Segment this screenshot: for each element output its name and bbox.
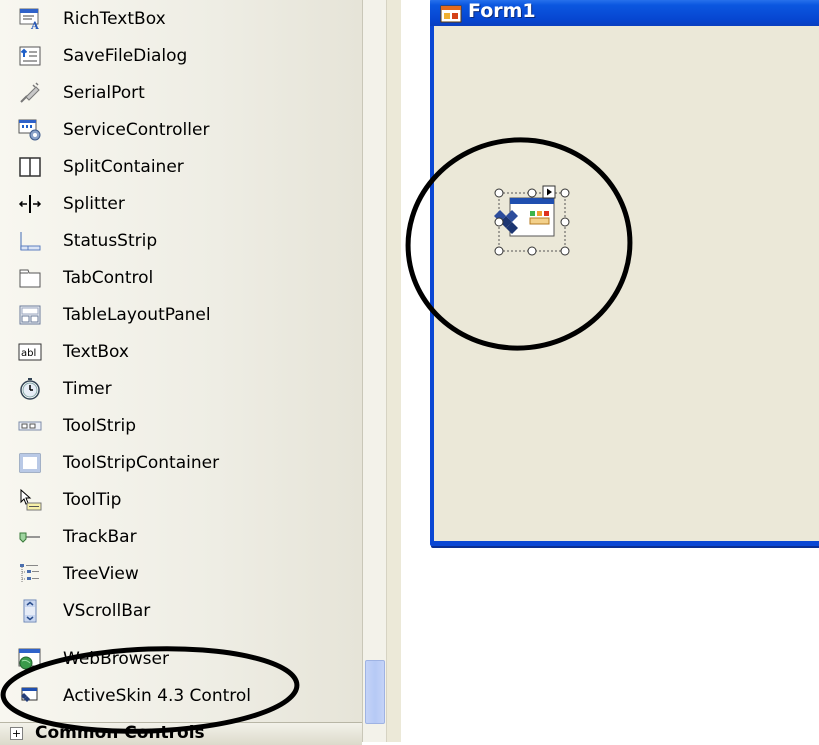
webbrowser-icon	[18, 648, 41, 670]
splitter-icon	[18, 194, 42, 213]
form1-client-area[interactable]	[434, 26, 819, 541]
toolbox-item-treeview[interactable]: TreeView	[0, 555, 362, 592]
toolbox-item-label: TrackBar	[63, 526, 137, 547]
trackbar-icon	[19, 532, 40, 543]
toolbox-item-textbox[interactable]: abl TextBox	[0, 333, 362, 370]
toolbox-item-tabcontrol[interactable]: TabControl	[0, 259, 362, 296]
servicecontroller-icon	[18, 119, 41, 140]
toolbox-item-tablelayoutpanel[interactable]: TableLayoutPanel	[0, 296, 362, 333]
toolstrip-icon	[18, 421, 42, 430]
toolbox-item-label: Splitter	[63, 193, 125, 214]
toolbox-item-label: ToolTip	[63, 489, 122, 510]
toolbox-item-label: ActiveSkin 4.3 Control	[63, 686, 252, 706]
toolbox-item-label: TreeView	[63, 563, 139, 584]
toolbox-item-splitter[interactable]: Splitter	[0, 185, 362, 222]
savefiledialog-icon	[19, 46, 41, 65]
toolbox-item-toolstrip[interactable]: ToolStrip	[0, 407, 362, 444]
expand-plus-icon[interactable]: +	[10, 727, 23, 740]
toolbox-item-statusstrip[interactable]: StatusStrip	[0, 222, 362, 259]
toolbox-item-label: ToolStripContainer	[63, 452, 220, 473]
smart-tag-arrow-icon[interactable]	[542, 185, 556, 199]
toolbox-item-label: StatusStrip	[63, 230, 158, 251]
group-header-label: Common Controls	[35, 723, 205, 743]
toolbox-item-label: SerialPort	[63, 82, 145, 103]
tablelayoutpanel-icon	[19, 305, 41, 324]
toolbox-item-serialport[interactable]: SerialPort	[0, 74, 362, 111]
toolbox-item-webbrowser[interactable]: WebBrowser	[0, 641, 362, 677]
treeview-icon	[20, 563, 39, 582]
form1-title-bar[interactable]: Form1	[430, 0, 819, 26]
toolbox-item-label: Timer	[63, 378, 112, 399]
vscrollbar-icon	[23, 599, 37, 622]
toolstripcontainer-icon	[19, 453, 41, 472]
toolbox-item-trackbar[interactable]: TrackBar	[0, 518, 362, 555]
textbox-icon: abl	[18, 343, 42, 360]
activeskin-control-icon	[21, 687, 38, 702]
toolbox-item-label: ToolStrip	[63, 415, 136, 436]
panel-splitter[interactable]	[386, 0, 402, 742]
toolbox-item-label: TextBox	[63, 341, 129, 362]
richtextbox-icon: A	[19, 8, 39, 30]
toolbox-item-activeskin-control[interactable]: ActiveSkin 4.3 Control	[0, 677, 362, 715]
splitcontainer-icon	[19, 156, 41, 177]
designer-surface: Form1	[401, 0, 819, 742]
toolbox-item-timer[interactable]: Timer	[0, 370, 362, 407]
toolbox-item-servicecontroller[interactable]: ServiceController	[0, 111, 362, 148]
toolbox-scrollbar[interactable]	[362, 0, 387, 742]
toolbox-item-label: WebBrowser	[63, 649, 169, 669]
svg-text:A: A	[30, 21, 39, 30]
toolbox-item-label: TabControl	[63, 267, 154, 288]
activeskin-component-icon[interactable]	[490, 178, 570, 258]
serialport-icon	[20, 81, 40, 103]
toolbox-panel: A RichTextBox SaveFileDialog SerialPort	[0, 0, 362, 745]
form1-title: Form1	[468, 0, 536, 22]
toolbox-item-label: ServiceController	[63, 119, 210, 140]
form-window-icon	[440, 5, 462, 23]
toolbox-item-label: RichTextBox	[63, 8, 166, 29]
toolbox-item-tooltip[interactable]: ToolTip	[0, 481, 362, 518]
scrollbar-thumb[interactable]	[365, 660, 385, 724]
tabcontrol-icon	[19, 269, 41, 287]
toolbox-item-savefiledialog[interactable]: SaveFileDialog	[0, 37, 362, 74]
toolbox-item-toolstripcontainer[interactable]: ToolStripContainer	[0, 444, 362, 481]
toolbox-item-label: SplitContainer	[63, 156, 184, 177]
toolbox-item-vscrollbar[interactable]: VScrollBar	[0, 592, 362, 629]
toolbox-item-label: TableLayoutPanel	[63, 304, 211, 325]
timer-icon	[20, 377, 40, 400]
tooltip-icon	[20, 488, 42, 510]
toolbox-item-label: VScrollBar	[63, 600, 151, 621]
form1-window[interactable]: Form1	[430, 0, 819, 546]
toolbox-item-richtextbox[interactable]: A RichTextBox	[0, 0, 362, 37]
toolbox-item-splitcontainer[interactable]: SplitContainer	[0, 148, 362, 185]
statusstrip-icon	[20, 231, 41, 250]
toolbox-item-label: SaveFileDialog	[63, 45, 188, 66]
svg-text:abl: abl	[21, 348, 36, 359]
